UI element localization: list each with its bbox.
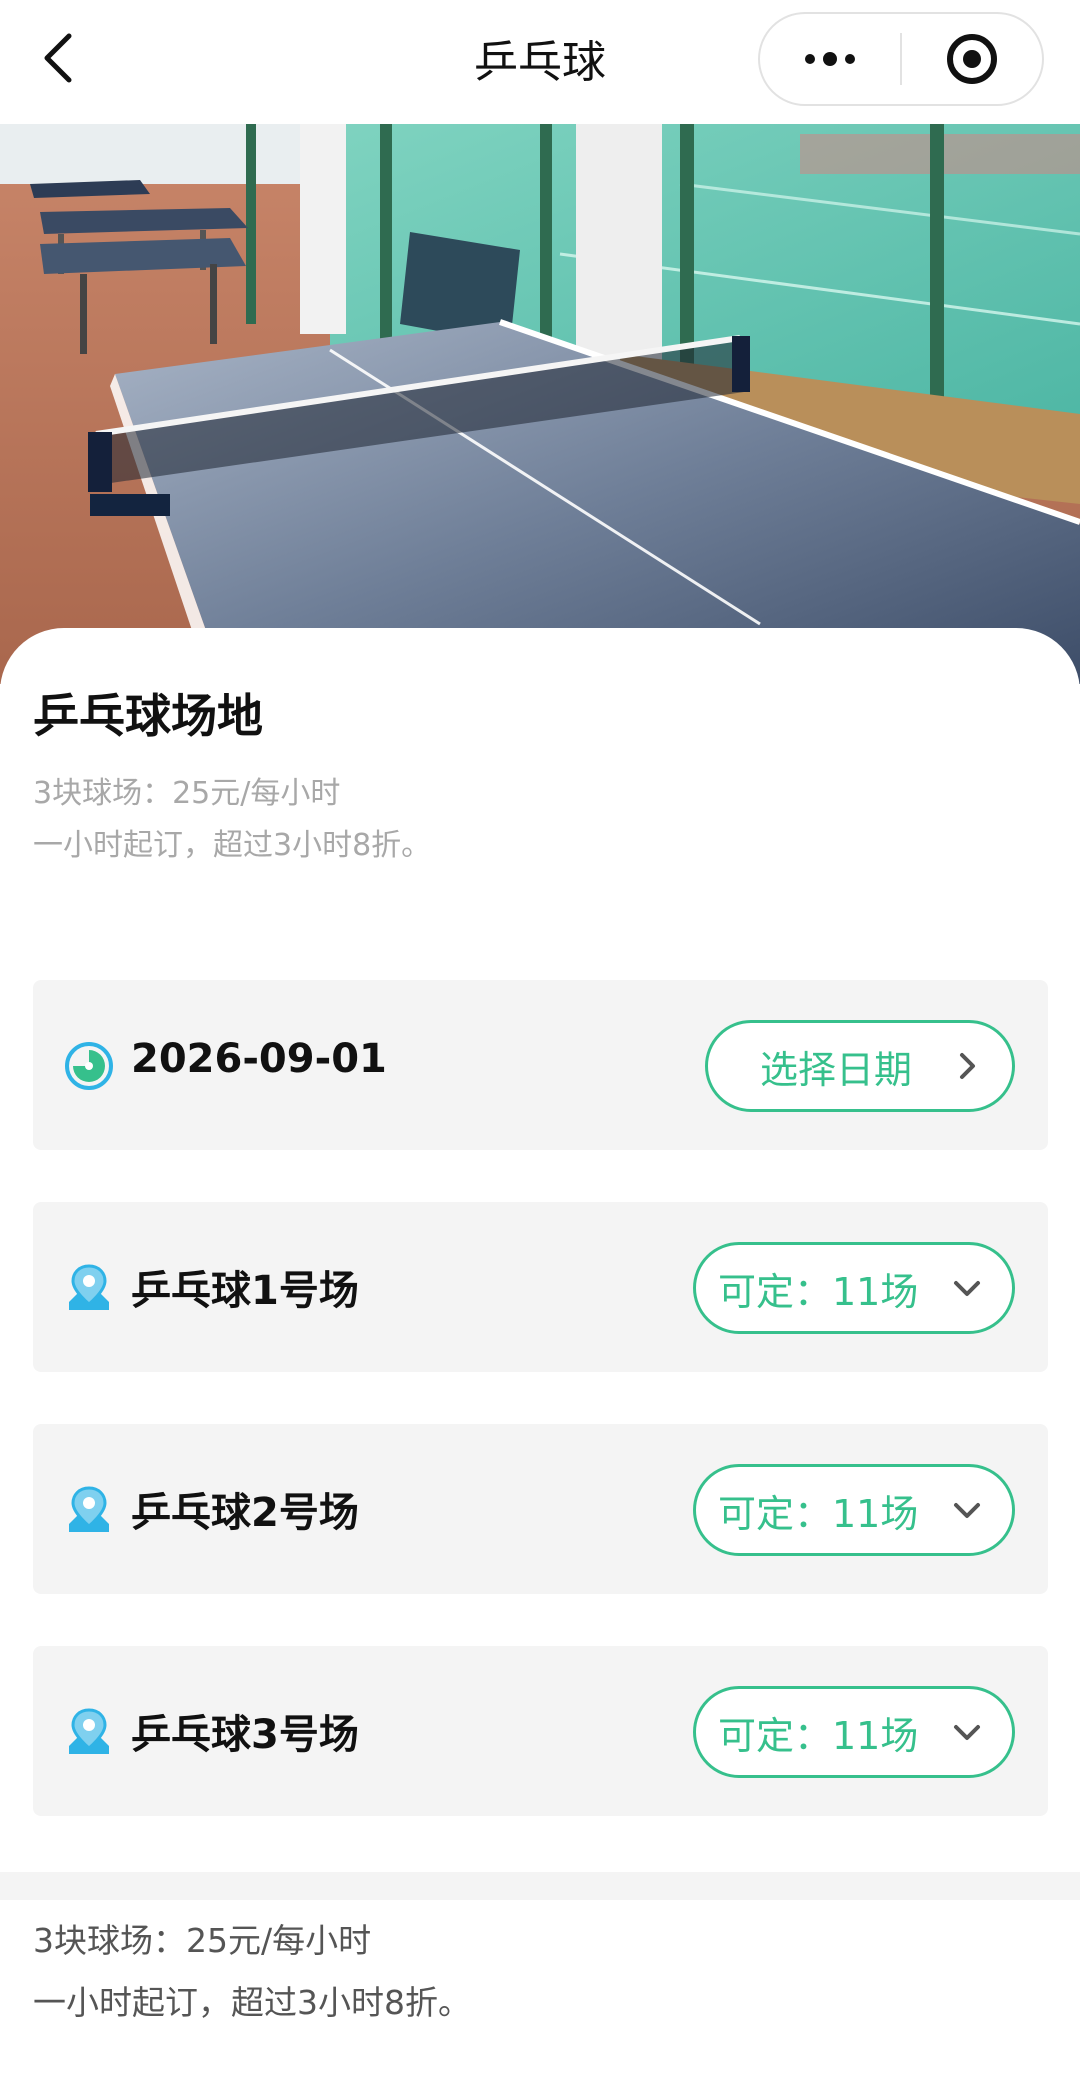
- mini-program-capsule: [758, 12, 1044, 106]
- clock-icon: [65, 1042, 113, 1090]
- availability-label: 可定：11场: [718, 1269, 919, 1314]
- venue-desc-line2: 一小时起订，超过3小时8折。: [33, 828, 432, 863]
- location-pin-icon: [69, 1486, 109, 1532]
- court-availability-dropdown[interactable]: 可定：11场: [693, 1686, 1015, 1778]
- court-availability-dropdown[interactable]: 可定：11场: [693, 1464, 1015, 1556]
- court-row-2[interactable]: 乒乓球2号场 可定：11场: [33, 1424, 1048, 1594]
- court-row-1[interactable]: 乒乓球1号场 可定：11场: [33, 1202, 1048, 1372]
- section-divider: [0, 1872, 1080, 1900]
- footer-description: 3块球场：25元/每小时 一小时起订，超过3小时8折。: [33, 1910, 471, 2034]
- footer-line1: 3块球场：25元/每小时: [33, 1921, 372, 1960]
- chevron-down-icon: [954, 1725, 980, 1740]
- location-pin-icon: [69, 1708, 109, 1754]
- selected-date: 2026-09-01: [131, 1036, 387, 1082]
- venue-description: 3块球场：25元/每小时 一小时起订，超过3小时8折。: [33, 768, 431, 872]
- venue-info-sheet: 乒乓球场地 3块球场：25元/每小时 一小时起订，超过3小时8折。 2026-0…: [0, 628, 1080, 1868]
- court-name: 乒乓球1号场: [131, 1268, 359, 1314]
- venue-photo: [0, 124, 1080, 684]
- select-date-button[interactable]: 选择日期: [705, 1020, 1015, 1112]
- more-button[interactable]: [760, 14, 900, 104]
- chevron-right-icon: [960, 1053, 975, 1079]
- availability-label: 可定：11场: [718, 1491, 919, 1536]
- venue-title: 乒乓球场地: [33, 689, 263, 743]
- target-icon: [946, 34, 997, 84]
- court-row-3[interactable]: 乒乓球3号场 可定：11场: [33, 1646, 1048, 1816]
- court-name: 乒乓球2号场: [131, 1490, 359, 1536]
- top-nav-bar: 乒乓球: [0, 0, 1080, 124]
- close-mini-program-button[interactable]: [902, 14, 1042, 104]
- chevron-down-icon: [954, 1503, 980, 1518]
- chevron-down-icon: [954, 1281, 980, 1296]
- court-name: 乒乓球3号场: [131, 1712, 359, 1758]
- more-dots-icon: [805, 52, 855, 66]
- select-date-label: 选择日期: [760, 1047, 913, 1092]
- availability-label: 可定：11场: [718, 1713, 919, 1758]
- footer-line2: 一小时起订，超过3小时8折。: [33, 1983, 471, 2022]
- location-pin-icon: [69, 1264, 109, 1310]
- court-availability-dropdown[interactable]: 可定：11场: [693, 1242, 1015, 1334]
- venue-desc-line1: 3块球场：25元/每小时: [33, 776, 341, 811]
- date-row: 2026-09-01 选择日期: [33, 980, 1048, 1150]
